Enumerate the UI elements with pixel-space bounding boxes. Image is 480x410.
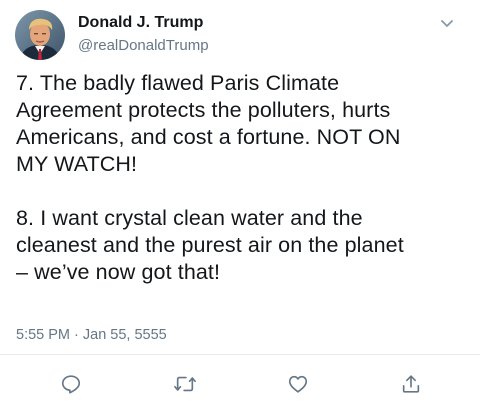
- tweet-timestamp[interactable]: 5:55 PM · Jan 55, 5555: [16, 327, 167, 343]
- avatar[interactable]: [15, 10, 65, 60]
- share-button[interactable]: [396, 370, 426, 398]
- share-icon: [400, 373, 422, 395]
- avatar-image: [15, 10, 65, 60]
- chevron-down-icon[interactable]: [435, 14, 459, 34]
- user-handle[interactable]: @realDonaldTrump: [78, 37, 209, 54]
- retweet-icon: [173, 373, 197, 395]
- divider: [0, 354, 480, 355]
- like-button[interactable]: [283, 370, 313, 398]
- reply-button[interactable]: [56, 370, 86, 398]
- reply-icon: [60, 373, 82, 395]
- tweet-card: Donald J. Trump @realDonaldTrump 7. The …: [0, 0, 480, 410]
- tweet-text: 7. The badly flawed Paris Climate Agreem…: [16, 71, 404, 284]
- retweet-button[interactable]: [170, 370, 200, 398]
- heart-icon: [287, 373, 309, 395]
- display-name[interactable]: Donald J. Trump: [78, 14, 203, 32]
